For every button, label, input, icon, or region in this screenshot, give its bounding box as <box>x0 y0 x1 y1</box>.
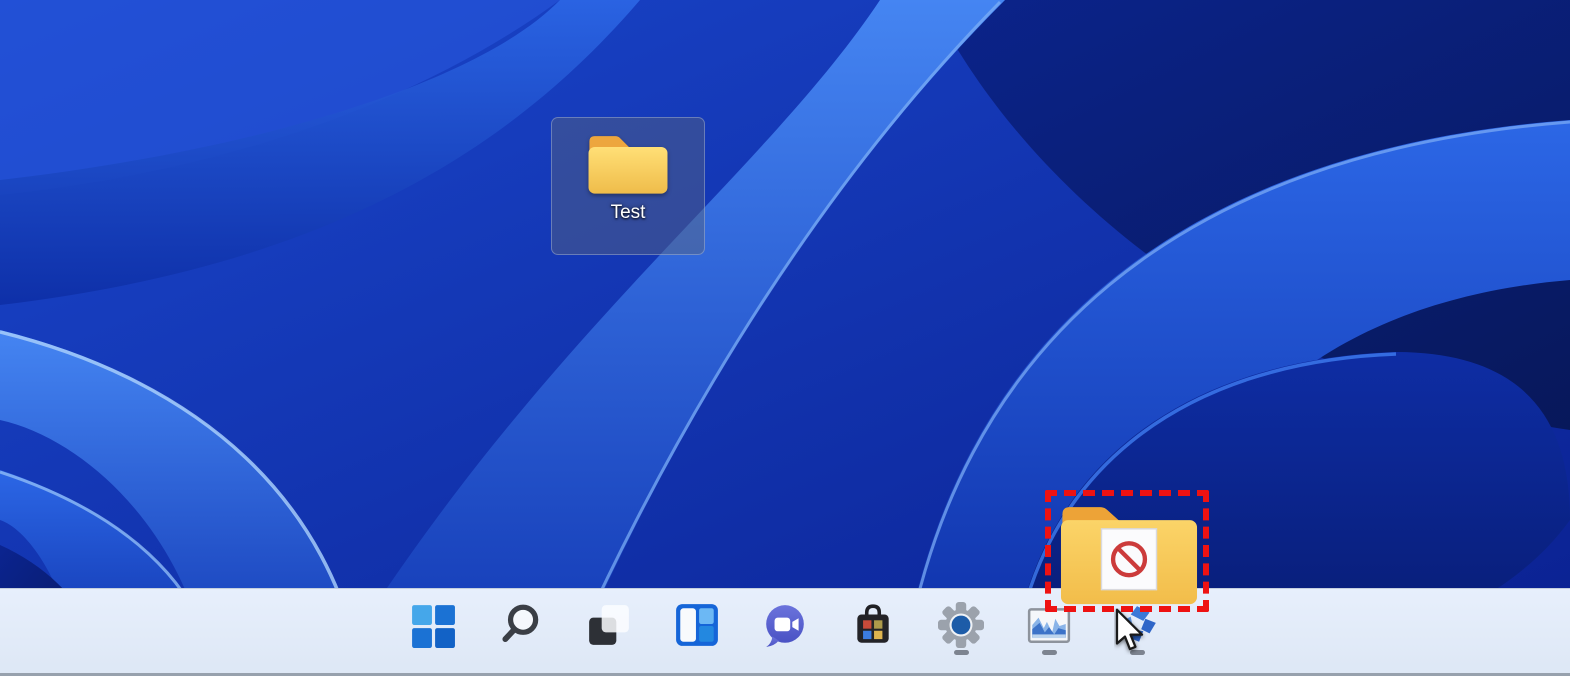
running-indicator <box>1042 650 1057 655</box>
settings-gear-icon <box>938 602 984 648</box>
folder-icon <box>583 129 673 199</box>
taskbar-icon-row <box>0 589 1570 676</box>
taskbar-task-view-button[interactable] <box>586 602 633 655</box>
drag-highlight-annotation <box>1045 490 1209 612</box>
desktop: Test <box>0 0 1570 676</box>
task-view-icon <box>586 602 632 648</box>
taskbar-chat-button[interactable] <box>762 602 809 655</box>
store-icon <box>850 602 896 648</box>
taskbar-widgets-button[interactable] <box>674 602 721 655</box>
desktop-icon-test[interactable]: Test <box>551 117 705 255</box>
taskbar-settings-button[interactable] <box>938 602 985 655</box>
taskbar <box>0 588 1570 676</box>
chat-icon <box>762 602 808 648</box>
taskbar-store-button[interactable] <box>850 602 897 655</box>
taskbar-search-button[interactable] <box>498 602 545 655</box>
desktop-wallpaper <box>0 0 1570 676</box>
desktop-icon-label: Test <box>611 202 646 224</box>
windows-start-icon <box>410 602 456 648</box>
search-icon <box>498 602 544 648</box>
running-indicator <box>954 650 969 655</box>
taskbar-start-button[interactable] <box>410 602 457 655</box>
running-indicator <box>1130 650 1145 655</box>
widgets-icon <box>674 602 720 648</box>
